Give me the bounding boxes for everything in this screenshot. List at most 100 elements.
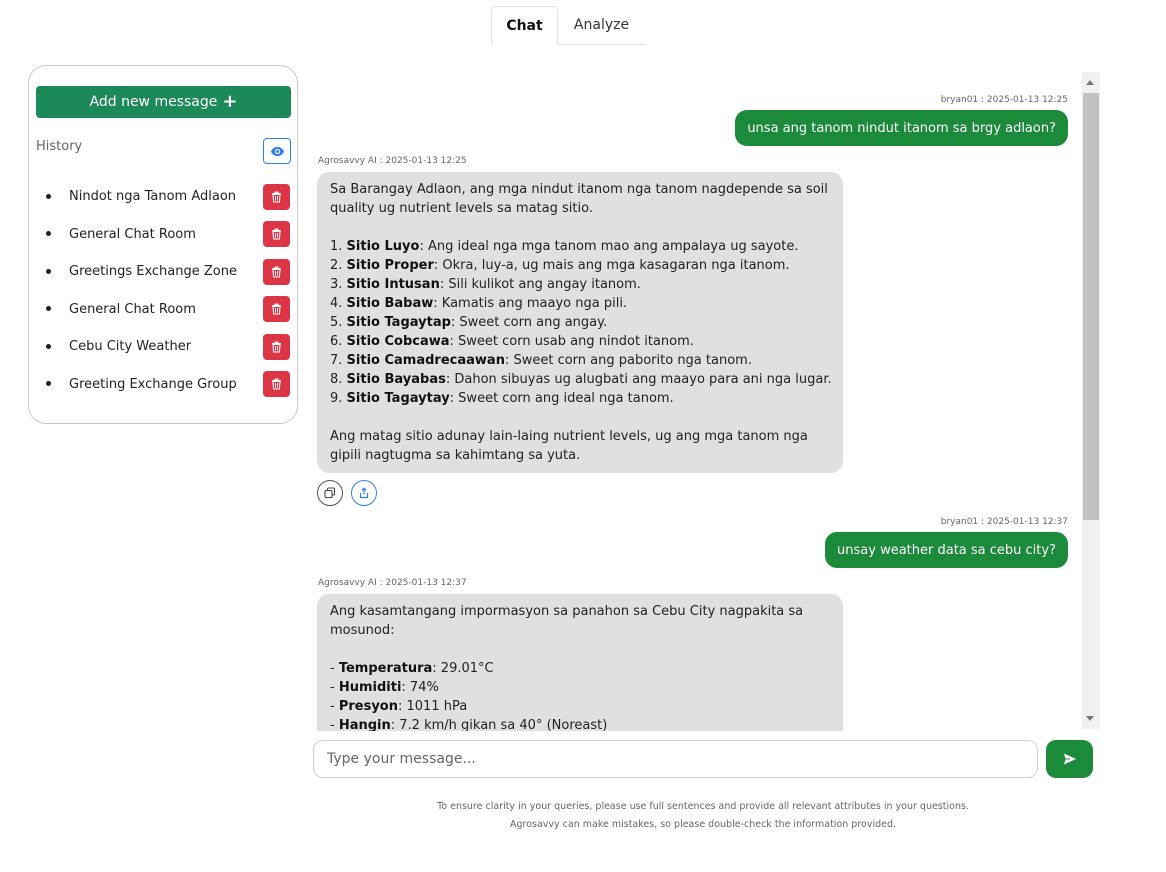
delete-history-button[interactable]	[263, 296, 290, 323]
line-prefix: 6.	[330, 334, 347, 349]
history-item-label[interactable]: Nindot nga Tanom Adlaon	[69, 189, 236, 204]
message-line: 1. Sitio Luyo: Ang ideal nga mga tanom m…	[330, 237, 830, 256]
plus-icon: +	[222, 91, 238, 112]
line-bold-term: Sitio Tagaytap	[346, 315, 451, 330]
message-meta: Agrosavvy AI : 2025-01-13 12:25	[318, 156, 467, 166]
history-sidebar: Add new message + History Nindot nga Tan…	[28, 65, 298, 424]
line-bold-term: Sitio Bayabas	[346, 372, 446, 387]
line-bold-term: Sitio Luyo	[346, 239, 420, 254]
tab-analyze[interactable]: Analyze	[558, 6, 645, 45]
delete-history-button[interactable]	[263, 183, 290, 210]
message-meta: Agrosavvy AI : 2025-01-13 12:37	[318, 578, 467, 588]
line-text: : Sweet corn ang angay.	[450, 315, 608, 330]
scrollbar-thumb[interactable]	[1083, 93, 1099, 520]
line-text: : 74%	[401, 680, 439, 695]
message-line: - Temperatura: 29.01°C	[330, 659, 830, 678]
bullet-icon	[46, 193, 51, 199]
line-text: Ang kasamtangang impormasyon sa panahon …	[330, 604, 804, 638]
line-prefix: 7.	[330, 353, 347, 368]
add-new-message-label: Add new message	[89, 94, 218, 110]
history-item[interactable]: Nindot nga Tanom Adlaon	[29, 178, 299, 216]
share-button[interactable]	[351, 480, 377, 506]
line-text: : Sweet corn usab ang nindot itanom.	[449, 334, 694, 349]
chat-scrollbar[interactable]	[1082, 72, 1100, 729]
send-button[interactable]	[1046, 740, 1093, 778]
delete-history-button[interactable]	[263, 371, 290, 398]
scroll-up-arrow-icon[interactable]	[1086, 80, 1094, 85]
tab-bar: Chat Analyze	[491, 6, 645, 45]
history-item-label[interactable]: Greetings Exchange Zone	[69, 264, 237, 279]
add-new-message-button[interactable]: Add new message +	[36, 86, 291, 118]
message-input[interactable]	[313, 740, 1038, 778]
line-prefix: -	[330, 699, 339, 714]
history-item[interactable]: Cebu City Weather	[29, 328, 299, 366]
message-line: 2. Sitio Proper: Okra, luy-a, ug mais an…	[330, 256, 830, 275]
ai-message-bubble: Ang kasamtangang impormasyon sa panahon …	[317, 594, 843, 731]
toggle-history-button[interactable]	[263, 138, 291, 164]
line-prefix: 4.	[330, 296, 347, 311]
message-line: 3. Sitio Intusan: Sili kulikot ang angay…	[330, 275, 830, 294]
trash-icon	[272, 228, 281, 240]
line-bold-term: Sitio Intusan	[346, 277, 440, 292]
tab-chat[interactable]: Chat	[491, 6, 558, 45]
eye-icon	[270, 146, 284, 156]
line-text: Sa Barangay Adlaon, ang mga nindut itano…	[330, 182, 828, 216]
message-line: 8. Sitio Bayabas: Dahon sibuyas ug alugb…	[330, 370, 832, 389]
message-line	[330, 640, 830, 659]
line-bold-term: Presyon	[338, 699, 398, 714]
history-item[interactable]: General Chat Room	[29, 216, 299, 254]
message-line: 9. Sitio Tagaytay: Sweet corn ang ideal …	[330, 389, 830, 408]
delete-history-button[interactable]	[263, 258, 290, 285]
history-item-label[interactable]: General Chat Room	[69, 227, 196, 242]
bullet-icon	[46, 231, 51, 237]
line-bold-term: Temperatura	[338, 661, 433, 676]
trash-icon	[272, 191, 281, 203]
delete-history-button[interactable]	[263, 221, 290, 248]
line-prefix: -	[330, 680, 339, 695]
line-text: : 29.01°C	[432, 661, 494, 676]
scroll-down-arrow-icon[interactable]	[1086, 716, 1094, 721]
message-line: 7. Sitio Camadrecaawan: Sweet corn ang p…	[330, 351, 830, 370]
message-meta: bryan01 : 2025-01-13 12:37	[940, 517, 1068, 527]
line-bold-term: Sitio Babaw	[346, 296, 434, 311]
footer-disclaimer: To ensure clarity in your queries, pleas…	[437, 801, 969, 812]
history-item-label[interactable]: General Chat Room	[69, 302, 196, 317]
history-item-label[interactable]: Greeting Exchange Group	[69, 377, 237, 392]
bullet-icon	[46, 306, 51, 312]
footer-disclaimer: Agrosavvy can make mistakes, so please d…	[509, 819, 897, 830]
line-text: : 7.2 km/h gikan sa 40° (Noreast)	[390, 718, 608, 731]
share-icon	[359, 487, 369, 499]
history-item[interactable]: Greetings Exchange Zone	[29, 253, 299, 291]
bullet-icon	[46, 343, 51, 349]
line-prefix: 5.	[330, 315, 347, 330]
message-line: 4. Sitio Babaw: Kamatis ang maayo nga pi…	[330, 294, 830, 313]
history-item[interactable]: Greeting Exchange Group	[29, 366, 299, 404]
copy-button[interactable]	[317, 480, 343, 506]
message-line: Ang kasamtangang impormasyon sa panahon …	[330, 602, 830, 640]
chat-window[interactable]: bryan01 : 2025-01-13 12:25 unsa ang tano…	[306, 72, 1082, 731]
bullet-icon	[46, 268, 51, 274]
line-prefix: 3.	[330, 277, 347, 292]
history-label: History	[36, 139, 83, 154]
history-item-label[interactable]: Cebu City Weather	[69, 339, 191, 354]
line-text: : Dahon sibuyas ug alugbati ang maayo pa…	[445, 372, 832, 387]
line-text: : 1011 hPa	[397, 699, 468, 714]
message-line: 6. Sitio Cobcawa: Sweet corn usab ang ni…	[330, 332, 830, 351]
message-line: - Humiditi: 74%	[330, 678, 830, 697]
trash-icon	[272, 341, 281, 353]
trash-icon	[272, 266, 281, 278]
line-bold-term: Sitio Camadrecaawan	[346, 353, 505, 368]
line-prefix: 2.	[330, 258, 347, 273]
ai-message-bubble: Sa Barangay Adlaon, ang mga nindut itano…	[317, 172, 843, 473]
line-text: : Sweet corn ang ideal nga tanom.	[449, 391, 674, 406]
message-meta: bryan01 : 2025-01-13 12:25	[940, 95, 1068, 105]
message-line: 5. Sitio Tagaytap: Sweet corn ang angay.	[330, 313, 830, 332]
user-message-bubble: unsa ang tanom nindut itanom sa brgy adl…	[735, 110, 1068, 146]
delete-history-button[interactable]	[263, 333, 290, 360]
message-line: Sa Barangay Adlaon, ang mga nindut itano…	[330, 180, 830, 218]
line-prefix: 1.	[330, 239, 347, 254]
line-text: Ang matag sitio adunay lain-laing nutrie…	[330, 429, 808, 463]
trash-icon	[272, 303, 281, 315]
bullet-icon	[46, 381, 51, 387]
history-item[interactable]: General Chat Room	[29, 291, 299, 329]
